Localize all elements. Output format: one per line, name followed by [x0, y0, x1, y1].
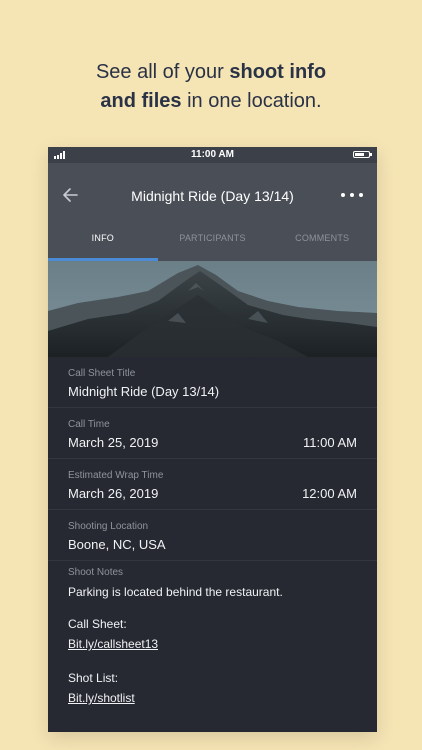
page-title: Midnight Ride (Day 13/14) — [131, 188, 294, 204]
tab-bar: INFO PARTICIPANTS COMMENTS — [48, 229, 377, 261]
nav-bar: Midnight Ride (Day 13/14) — [48, 163, 377, 229]
shoot-notes-label: Shoot Notes — [68, 567, 124, 578]
promo-line-2: and files in one location. — [0, 87, 422, 116]
tab-comments[interactable]: COMMENTS — [267, 229, 377, 261]
call-sheet-title-row: Call Sheet Title Midnight Ride (Day 13/1… — [48, 357, 377, 408]
shot-list-link-label: Shot List: — [68, 671, 119, 685]
shoot-notes-section: Shoot Notes Parking is located behind th… — [48, 561, 377, 707]
status-time: 11:00 AM — [191, 149, 234, 160]
location-row[interactable]: Shooting Location Boone, NC, USA — [48, 510, 377, 561]
battery-icon — [353, 151, 372, 158]
wrap-time-label: Estimated Wrap Time — [68, 470, 164, 481]
more-options-icon[interactable] — [341, 193, 363, 197]
call-time-time: 11:00 AM — [303, 435, 357, 450]
location-label: Shooting Location — [68, 521, 149, 532]
call-sheet-title-label: Call Sheet Title — [68, 368, 136, 379]
hero-image — [48, 261, 377, 357]
shoot-notes-text: Parking is located behind the restaurant… — [68, 585, 283, 599]
call-sheet-link[interactable]: Bit.ly/callsheet13 — [68, 637, 158, 651]
call-time-label: Call Time — [68, 419, 110, 430]
tab-info[interactable]: INFO — [48, 229, 158, 261]
status-bar: 11:00 AM — [48, 147, 377, 163]
call-sheet-link-label: Call Sheet: — [68, 617, 127, 631]
tab-participants[interactable]: PARTICIPANTS — [158, 229, 268, 261]
promo-line-1: See all of your shoot info — [0, 58, 422, 87]
location-value: Boone, NC, USA — [68, 537, 166, 552]
promo-line-2-bold: and files — [100, 90, 182, 112]
back-arrow-icon[interactable] — [60, 184, 82, 206]
promo-line-2-text: in one location. — [181, 90, 322, 112]
wrap-time-row[interactable]: Estimated Wrap Time March 26, 2019 12:00… — [48, 459, 377, 510]
call-time-row[interactable]: Call Time March 25, 2019 11:00 AM — [48, 408, 377, 459]
wrap-time-time: 12:00 AM — [302, 486, 357, 501]
call-sheet-title-value: Midnight Ride (Day 13/14) — [68, 384, 220, 399]
phone-screen: 11:00 AM Midnight Ride (Day 13/14) INFO … — [48, 147, 377, 732]
shot-list-link[interactable]: Bit.ly/shotlist — [68, 691, 135, 705]
promo-line-1-bold: shoot info — [229, 61, 327, 83]
promo-line-1-text: See all of your — [95, 61, 230, 83]
promo-headline: See all of your shoot info and files in … — [0, 58, 422, 116]
